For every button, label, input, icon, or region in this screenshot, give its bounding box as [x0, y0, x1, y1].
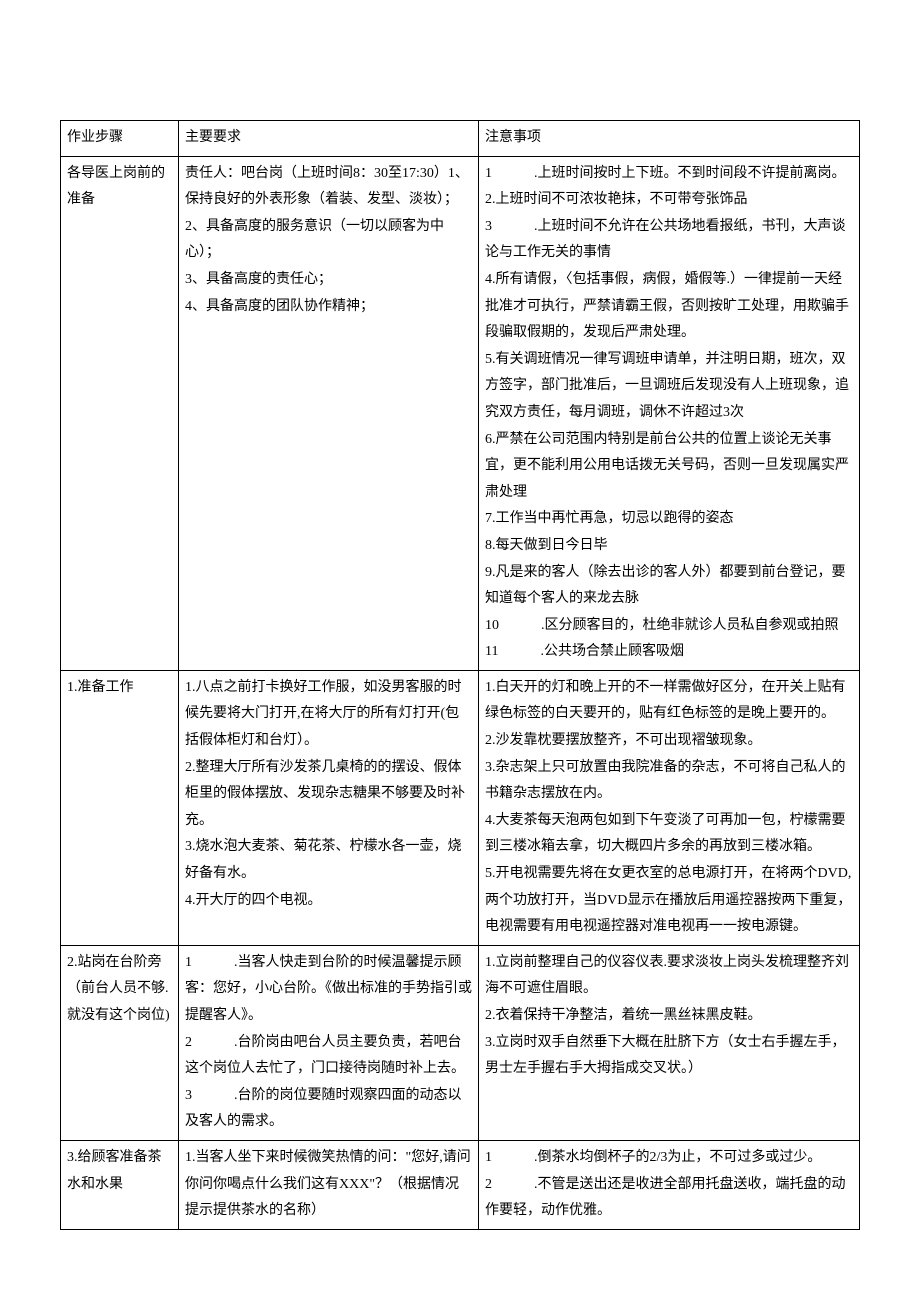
cell-note: 1 .上班时间按时上下班。不到时间段不许提前离岗。2.上班时间不可浓妆艳抹，不可…	[479, 156, 860, 670]
cell-step: 2.站岗在台阶旁（前台人员不够.就没有这个岗位)	[61, 945, 179, 1140]
cell-step: 1.准备工作	[61, 670, 179, 945]
cell-req: 1.当客人坐下来时候微笑热情的问："您好,请问你问你喝点什么我们这有XXX"？（…	[179, 1140, 479, 1229]
header-step: 作业步骤	[61, 121, 179, 157]
cell-note: 1.立岗前整理自己的仪容仪表.要求淡妆上岗头发梳理整齐刘海不可遮住眉眼。2.衣着…	[479, 945, 860, 1140]
cell-step: 3.给顾客准备茶水和水果	[61, 1140, 179, 1229]
header-note: 注意事项	[479, 121, 860, 157]
table-header-row: 作业步骤 主要要求 注意事项	[61, 121, 860, 157]
procedure-table: 作业步骤 主要要求 注意事项 各导医上岗前的准备 责任人：吧台岗（上班时间8：3…	[60, 120, 860, 1230]
cell-note: 1 .倒茶水均倒杯子的2/3为止，不可过多或过少。2 .不管是送出还是收进全部用…	[479, 1140, 860, 1229]
cell-step: 各导医上岗前的准备	[61, 156, 179, 670]
table-row: 1.准备工作 1.八点之前打卡换好工作服，如没男客服的时候先要将大门打开,在将大…	[61, 670, 860, 945]
table-row: 各导医上岗前的准备 责任人：吧台岗（上班时间8：30至17:30）1、保持良好的…	[61, 156, 860, 670]
table-row: 3.给顾客准备茶水和水果 1.当客人坐下来时候微笑热情的问："您好,请问你问你喝…	[61, 1140, 860, 1229]
cell-req: 责任人：吧台岗（上班时间8：30至17:30）1、保持良好的外表形象（着装、发型…	[179, 156, 479, 670]
table-row: 2.站岗在台阶旁（前台人员不够.就没有这个岗位) 1 .当客人快走到台阶的时候温…	[61, 945, 860, 1140]
cell-req: 1 .当客人快走到台阶的时候温馨提示顾客：您好，小心台阶。《做出标准的手势指引或…	[179, 945, 479, 1140]
cell-req: 1.八点之前打卡换好工作服，如没男客服的时候先要将大门打开,在将大厅的所有灯打开…	[179, 670, 479, 945]
cell-note: 1.白天开的灯和晚上开的不一样需做好区分，在开关上贴有绿色标签的白天要开的，贴有…	[479, 670, 860, 945]
header-req: 主要要求	[179, 121, 479, 157]
